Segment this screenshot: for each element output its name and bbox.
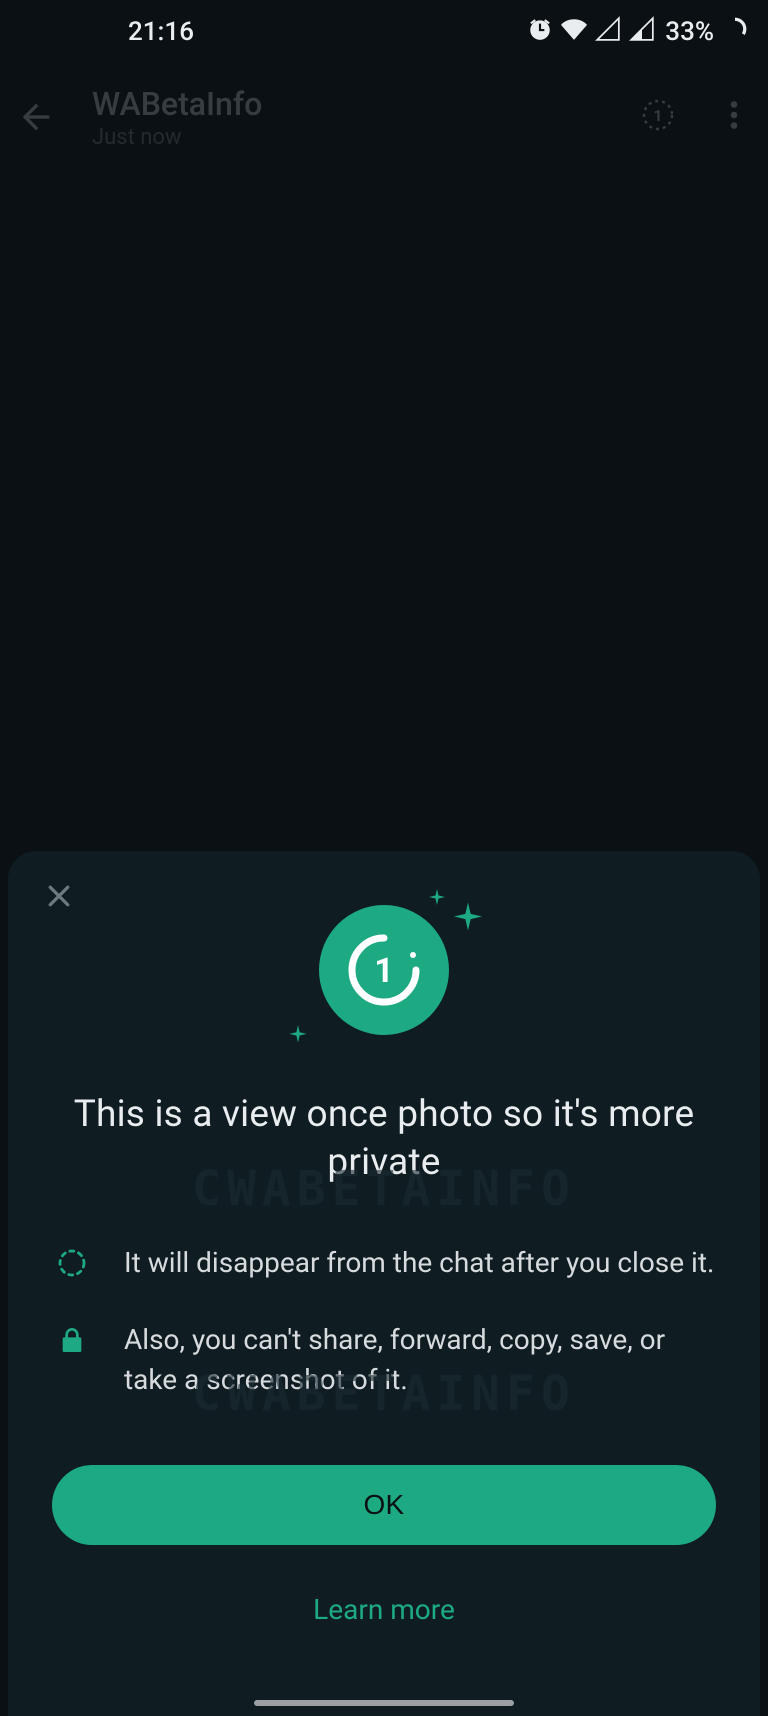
lock-icon [56, 1324, 88, 1356]
chat-title: WABetaInfo [92, 85, 640, 123]
hero-illustration: 1 [52, 905, 716, 1035]
info-text-2: Also, you can't share, forward, copy, sa… [124, 1320, 716, 1401]
sparkle-icon [285, 1023, 311, 1053]
view-once-sheet: CWABETAINFO CWABETAINFO 1 This is [8, 851, 760, 1716]
info-text-1: It will disappear from the chat after yo… [124, 1243, 714, 1284]
disappear-icon [56, 1247, 88, 1279]
info-row: Also, you can't share, forward, copy, sa… [52, 1320, 716, 1401]
ok-button[interactable]: OK [52, 1465, 716, 1545]
back-arrow-icon[interactable] [16, 97, 56, 137]
info-list: It will disappear from the chat after yo… [52, 1243, 716, 1401]
svg-text:1: 1 [653, 106, 662, 125]
battery-level: 33% [665, 17, 714, 47]
gesture-bar[interactable] [254, 1700, 514, 1706]
status-time: 21:16 [20, 17, 194, 47]
more-options-icon[interactable] [716, 97, 752, 137]
view-once-hero-icon: 1 [319, 905, 449, 1035]
sparkle-icon [425, 887, 449, 915]
wifi-icon [561, 16, 587, 49]
battery-ring-icon [722, 16, 748, 49]
sheet-title: This is a view once photo so it's more p… [52, 1091, 716, 1187]
signal-icon [595, 16, 621, 49]
sparkle-icon [447, 899, 489, 945]
alarm-icon [527, 16, 553, 49]
status-icons: 33% [527, 16, 748, 49]
status-bar: 21:16 33% [0, 0, 768, 64]
view-once-header-icon[interactable]: 1 [640, 97, 676, 137]
chat-header-titles[interactable]: WABetaInfo Just now [92, 85, 640, 150]
chat-subtitle: Just now [92, 125, 640, 150]
info-row: It will disappear from the chat after yo… [52, 1243, 716, 1284]
learn-more-link[interactable]: Learn more [52, 1593, 716, 1626]
chat-header: WABetaInfo Just now 1 [0, 72, 768, 162]
signal2-icon [629, 16, 655, 49]
svg-text:1: 1 [374, 951, 394, 991]
